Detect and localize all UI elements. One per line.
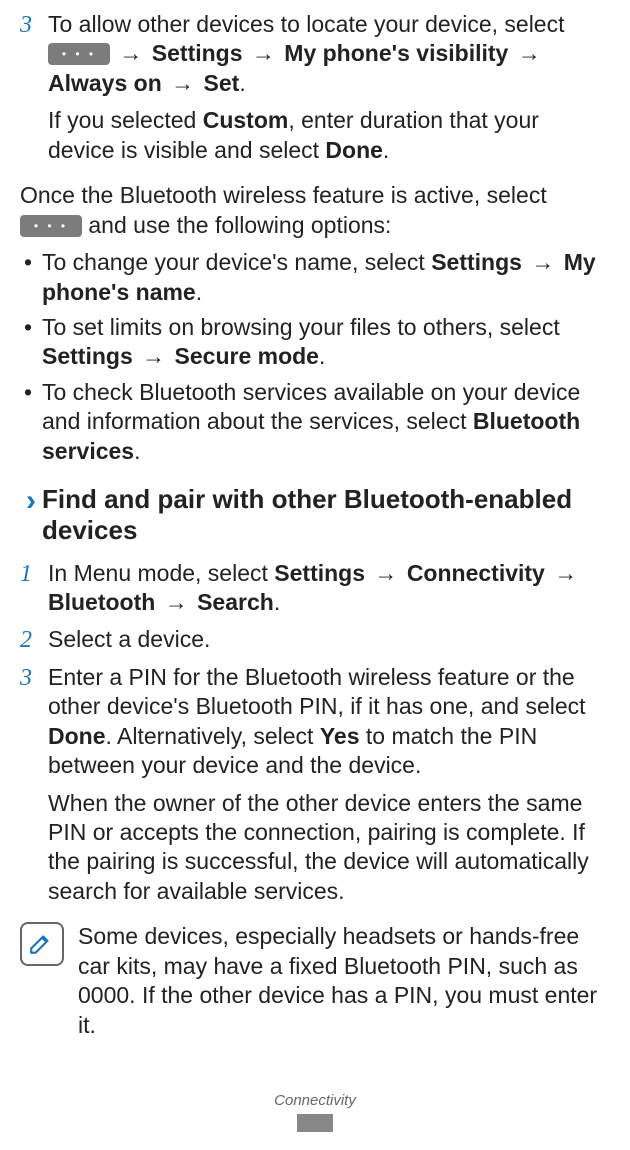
once-paragraph: Once the Bluetooth wireless feature is a… [20,181,610,240]
text: Enter a PIN for the Bluetooth wireless f… [48,664,586,719]
find-step-2: 2 Select a device. [20,625,610,654]
text: Select a device. [48,626,210,652]
bullet-item-2: To set limits on browsing your files to … [20,313,610,372]
overflow-menu-icon [48,43,110,65]
option-yes: Yes [320,723,360,749]
find-step-3: 3 Enter a PIN for the Bluetooth wireless… [20,663,610,915]
text: Once the Bluetooth wireless feature is a… [20,182,547,208]
pencil-note-icon [28,930,54,956]
arrow-icon: → [515,40,544,66]
text: . Alternatively, select [106,723,314,749]
option-done: Done [325,137,383,163]
footer: Connectivity [0,1091,630,1132]
text: To set limits on browsing your files to … [42,314,560,340]
period: . [239,70,245,96]
step-3-para-1: To allow other devices to locate your de… [48,10,610,98]
bullet-list: To change your device's name, select Set… [20,248,610,466]
footer-chapter: Connectivity [274,1092,356,1109]
nav-always-on: Always on [48,70,162,96]
note-icon [20,922,64,966]
page: 3 To allow other devices to locate your … [0,0,630,1150]
nav-search: Search [197,589,274,615]
arrow-icon: → [551,560,580,586]
note-block: Some devices, especially headsets or han… [20,922,610,1040]
find-step-3-para-2: When the owner of the other device enter… [48,789,610,907]
arrow-icon: → [139,343,168,369]
nav-set: Set [204,70,240,96]
bullet-item-1: To change your device's name, select Set… [20,248,610,307]
nav-settings: Settings [42,343,133,369]
nav-connectivity: Connectivity [407,560,545,586]
step-number: 1 [20,559,48,618]
text: To change your device's name, select [42,249,425,275]
period: . [196,279,202,305]
step-number: 3 [20,663,48,915]
period: . [383,137,389,163]
option-done: Done [48,723,106,749]
note-text: Some devices, especially headsets or han… [78,922,610,1040]
arrow-icon: → [116,40,145,66]
nav-bluetooth: Bluetooth [48,589,155,615]
step-number: 2 [20,625,48,654]
step-body: Enter a PIN for the Bluetooth wireless f… [48,663,610,915]
period: . [274,589,280,615]
step-body: In Menu mode, select Settings → Connecti… [48,559,610,618]
section-heading: › Find and pair with other Bluetooth-ena… [20,484,610,546]
section-title: Find and pair with other Bluetooth-enabl… [42,484,610,546]
overflow-menu-icon [20,215,82,237]
step-3-para-2: If you selected Custom, enter duration t… [48,106,610,165]
arrow-icon: → [371,560,400,586]
step-body: To allow other devices to locate your de… [48,10,610,173]
arrow-icon: → [528,249,557,275]
page-number-box [297,1114,333,1132]
arrow-icon: → [162,589,191,615]
find-step-3-para-1: Enter a PIN for the Bluetooth wireless f… [48,663,610,781]
chevron-right-icon: › [26,484,36,517]
nav-settings: Settings [431,249,522,275]
text: If you selected [48,107,196,133]
nav-settings: Settings [152,40,243,66]
find-step-1: 1 In Menu mode, select Settings → Connec… [20,559,610,618]
text: and use the following options: [88,212,391,238]
option-custom: Custom [203,107,289,133]
text: To allow other devices to locate your de… [48,11,565,37]
nav-settings: Settings [274,560,365,586]
period: . [319,343,325,369]
step-number: 3 [20,10,48,173]
nav-secure-mode: Secure mode [175,343,319,369]
arrow-icon: → [249,40,278,66]
bullet-item-3: To check Bluetooth services available on… [20,378,610,466]
arrow-icon: → [168,70,197,96]
period: . [134,438,140,464]
nav-my-phones-visibility: My phone's visibility [284,40,508,66]
step-3: 3 To allow other devices to locate your … [20,10,610,173]
step-body: Select a device. [48,625,610,654]
text: In Menu mode, select [48,560,268,586]
